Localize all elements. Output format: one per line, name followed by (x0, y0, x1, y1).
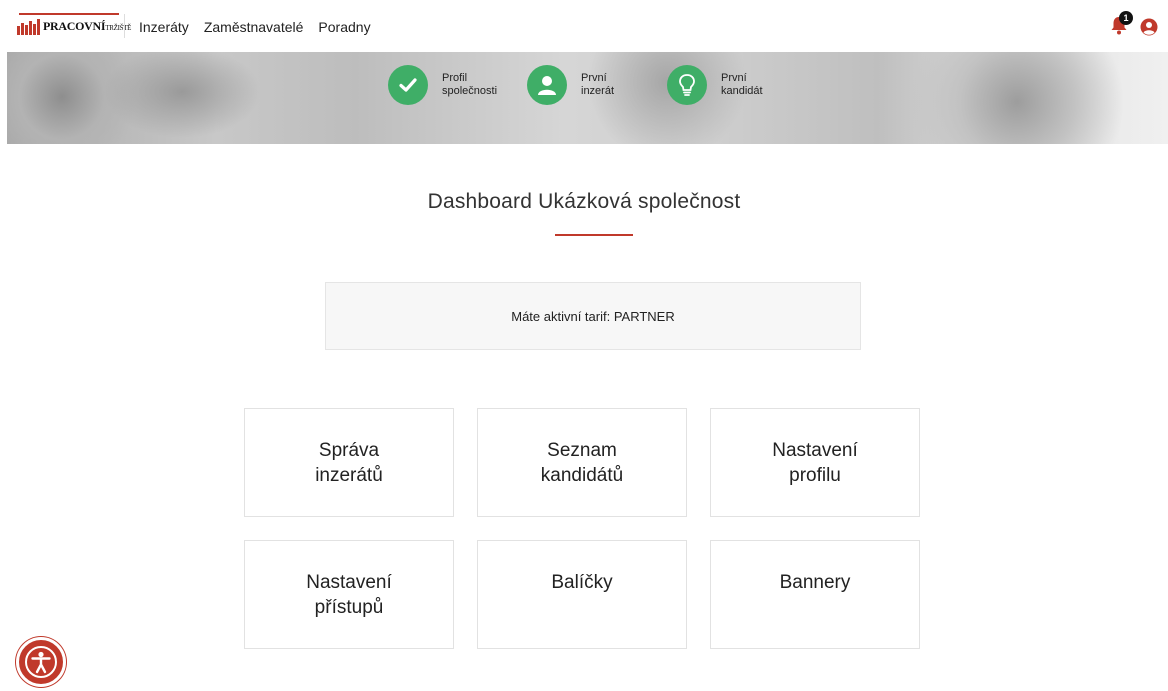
tile-packages[interactable]: Balíčky (477, 540, 687, 649)
accessibility-button[interactable] (16, 637, 66, 687)
tile-label-line2: kandidátů (540, 465, 624, 486)
step-label-line1: První (581, 72, 607, 84)
step-label: První inzerát (581, 72, 614, 98)
tile-profile-settings[interactable]: Nastavení profilu (710, 408, 920, 517)
tile-label-line1: Nastavení (772, 440, 858, 461)
top-navigation: PRACOVNÍTRŽIŠTĚ Inzeráty Zaměstnavatelé … (0, 0, 1168, 52)
step-label-line2: inzerát (581, 85, 615, 97)
logo-figures (17, 15, 40, 35)
tile-label-line1: Seznam (547, 440, 617, 461)
progress-step-company-profile: Profil společnosti (388, 65, 497, 105)
tile-banners[interactable]: Bannery (710, 540, 920, 649)
nav-link-poradny[interactable]: Poradny (318, 19, 370, 35)
user-icon (538, 76, 556, 95)
tile-label-line1: Správa (318, 440, 380, 461)
step-label-line2: kandidát (721, 85, 763, 97)
step-label: Profil společnosti (442, 72, 497, 98)
tile-label-line2: profilu (789, 465, 841, 486)
logo-sub-text: TRŽIŠTĚ (105, 24, 132, 32)
step-circle (527, 65, 567, 105)
nav-divider (124, 14, 125, 38)
active-tariff-box: Máte aktivní tarif: PARTNER (325, 282, 861, 350)
tile-label-line2: přístupů (314, 597, 384, 618)
notifications-bell-icon[interactable]: 1 (1110, 11, 1133, 35)
main-menu: Inzeráty Zaměstnavatelé Poradny (139, 19, 371, 35)
tile-label-line1: Bannery (779, 572, 851, 593)
lightbulb-icon (679, 74, 695, 96)
check-icon (399, 78, 417, 92)
logo-roof (19, 13, 119, 17)
tile-label-line2: inzerátů (315, 465, 383, 486)
title-underline (555, 234, 633, 236)
banner-decoration (887, 52, 1147, 144)
progress-step-first-candidate: První kandidát (667, 65, 763, 105)
page-title: Dashboard Ukázková společnost (427, 190, 741, 213)
progress-step-first-job: První inzerát (527, 65, 614, 105)
step-label-line2: společnosti (442, 85, 498, 97)
tile-label-line1: Nastavení (306, 572, 392, 593)
step-circle (388, 65, 428, 105)
tile-candidate-list[interactable]: Seznam kandidátů (477, 408, 687, 517)
nav-link-zamestnavatele[interactable]: Zaměstnavatelé (204, 19, 304, 35)
step-label-line1: Profil (442, 72, 468, 84)
step-label-line1: První (721, 72, 747, 84)
notification-count-badge: 1 (1119, 11, 1133, 25)
logo[interactable]: PRACOVNÍTRŽIŠTĚ (17, 13, 131, 35)
tile-access-settings[interactable]: Nastavení přístupů (244, 540, 454, 649)
step-circle (667, 65, 707, 105)
onboarding-banner: Profil společnosti První inzerát První k… (7, 52, 1168, 144)
logo-main-text: PRACOVNÍ (43, 19, 106, 33)
active-tariff-text: Máte aktivní tarif: PARTNER (511, 308, 675, 324)
user-account-icon[interactable] (1140, 18, 1158, 36)
tile-label-line1: Balíčky (551, 572, 613, 593)
step-label: První kandidát (721, 72, 763, 98)
nav-link-inzeraty[interactable]: Inzeráty (139, 19, 189, 35)
tile-job-management[interactable]: Správa inzerátů (244, 408, 454, 517)
accessibility-icon (25, 646, 57, 678)
logo-text: PRACOVNÍTRŽIŠTĚ (43, 19, 131, 35)
